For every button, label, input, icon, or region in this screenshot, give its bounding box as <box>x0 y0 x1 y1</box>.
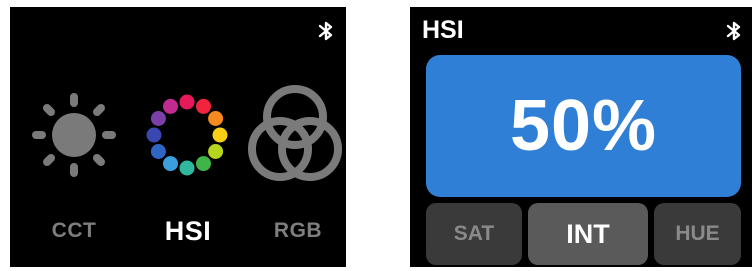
color-wheel-dot <box>150 144 166 159</box>
hsi-adjust-screen: HSI 50% SAT INT HUE <box>410 7 752 267</box>
intensity-value: 50% <box>509 86 658 166</box>
mode-label-rgb[interactable]: RGB <box>262 213 334 249</box>
color-wheel-dot <box>196 98 211 114</box>
color-wheel-dot <box>163 156 178 172</box>
int-button[interactable]: INT <box>528 203 648 265</box>
mode-label-hsi[interactable]: HSI <box>148 213 228 249</box>
hue-button[interactable]: HUE <box>654 203 741 265</box>
value-panel[interactable]: 50% <box>426 55 741 197</box>
color-wheel-dot <box>150 111 166 126</box>
color-wheel-dot <box>212 127 228 143</box>
bluetooth-icon <box>316 19 336 43</box>
hsi-color-wheel-icon[interactable] <box>142 87 232 183</box>
mode-select-screen: CCT HSI RGB <box>10 7 346 267</box>
bluetooth-icon <box>724 19 744 43</box>
color-wheel-dot <box>179 94 195 110</box>
sat-button[interactable]: SAT <box>426 203 522 265</box>
mode-label-cct[interactable]: CCT <box>36 213 112 249</box>
cct-sun-icon[interactable] <box>26 87 122 183</box>
color-wheel-dot <box>208 111 224 126</box>
page-title: HSI <box>422 16 464 44</box>
color-wheel-dot <box>196 156 211 172</box>
rgb-circles-icon[interactable] <box>242 79 346 189</box>
color-wheel-dot <box>208 144 224 159</box>
color-wheel-dot <box>179 160 195 176</box>
color-wheel-dot <box>146 127 162 143</box>
color-wheel-dot <box>163 98 178 114</box>
